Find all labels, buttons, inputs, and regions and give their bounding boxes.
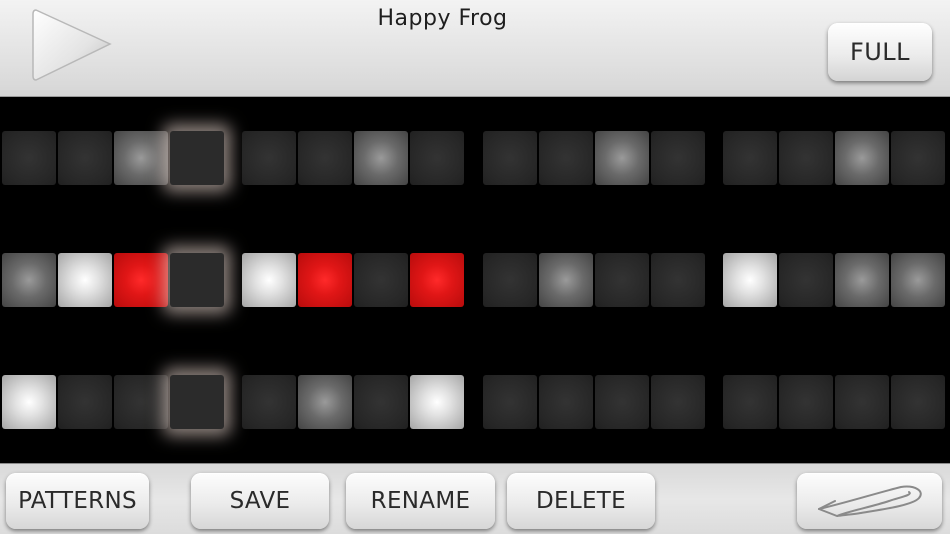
step-pad[interactable] [595,131,649,185]
step-pad[interactable] [483,131,537,185]
step-pad[interactable] [723,253,777,307]
back-arrow-icon [818,485,922,517]
step-pad[interactable] [242,253,296,307]
rename-button[interactable]: RENAME [346,473,495,529]
step-pad[interactable] [2,375,56,429]
step-pad[interactable] [242,375,296,429]
step-pad[interactable] [354,375,408,429]
step-pad[interactable] [779,253,833,307]
delete-button[interactable]: DELETE [507,473,655,529]
step-pad[interactable] [2,253,56,307]
step-pad[interactable] [354,253,408,307]
step-pad[interactable] [298,375,352,429]
save-button[interactable]: SAVE [191,473,329,529]
step-pad[interactable] [891,375,945,429]
step-pad[interactable] [595,253,649,307]
bottom-bar: PATTERNS SAVE RENAME DELETE [0,463,950,534]
step-pad[interactable] [651,131,705,185]
step-pad[interactable] [595,375,649,429]
step-pad[interactable] [298,253,352,307]
step-pad[interactable] [835,253,889,307]
step-pad[interactable] [651,375,705,429]
play-button[interactable] [30,6,114,82]
step-pad[interactable] [58,253,112,307]
step-pad[interactable] [835,375,889,429]
step-pad[interactable] [2,131,56,185]
step-pad[interactable] [58,375,112,429]
sequencer-grid [0,97,950,463]
step-pad[interactable] [170,375,224,429]
step-pad[interactable] [779,375,833,429]
step-pad[interactable] [779,131,833,185]
step-pad[interactable] [483,375,537,429]
step-pad[interactable] [891,131,945,185]
step-pad[interactable] [410,253,464,307]
step-pad[interactable] [114,253,168,307]
patterns-button[interactable]: PATTERNS [6,473,149,529]
step-pad[interactable] [242,131,296,185]
step-pad[interactable] [354,131,408,185]
step-pad[interactable] [891,253,945,307]
step-pad[interactable] [410,131,464,185]
step-pad[interactable] [539,375,593,429]
step-pad[interactable] [539,253,593,307]
step-pad[interactable] [170,131,224,185]
step-pad[interactable] [835,131,889,185]
step-pad[interactable] [651,253,705,307]
song-title: Happy Frog [377,6,508,31]
step-pad[interactable] [114,375,168,429]
step-pad[interactable] [723,375,777,429]
step-pad[interactable] [539,131,593,185]
step-pad[interactable] [114,131,168,185]
play-icon [32,9,112,81]
step-pad[interactable] [298,131,352,185]
full-button[interactable]: FULL [828,23,932,81]
step-pad[interactable] [58,131,112,185]
step-pad[interactable] [483,253,537,307]
top-bar: Happy Frog FULL [0,0,950,97]
back-button[interactable] [797,473,942,529]
step-pad[interactable] [170,253,224,307]
step-pad[interactable] [723,131,777,185]
step-pad[interactable] [410,375,464,429]
